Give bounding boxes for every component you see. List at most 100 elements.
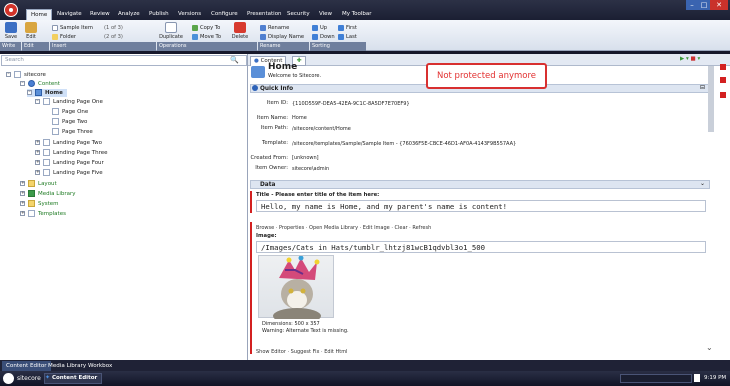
display-name-button[interactable]: Display Name <box>260 33 304 41</box>
expand-icon[interactable]: + <box>35 140 40 145</box>
tab-security[interactable]: Security <box>283 9 314 20</box>
tree-item-landing-four[interactable]: + Landing Page Four <box>35 159 104 167</box>
image-path-input[interactable]: /Images/Cats in Hats/tumblr_lhtzj81wcB1q… <box>256 241 706 253</box>
image-warning: Warning: Alternate Text is missing. <box>262 328 349 334</box>
last-button[interactable]: Last <box>338 33 357 41</box>
first-button[interactable]: First <box>338 24 357 32</box>
expand-icon[interactable]: + <box>20 211 25 216</box>
copy-to-button[interactable]: Copy To <box>192 24 220 32</box>
minimize-button[interactable]: – <box>686 0 698 10</box>
expand-icon[interactable]: + <box>20 201 25 206</box>
collapse-icon[interactable]: – <box>20 81 25 86</box>
taskbar-start-label[interactable]: sitecore <box>17 375 41 382</box>
tab-home[interactable]: Home <box>26 9 53 20</box>
close-button[interactable]: ✕ <box>710 0 728 10</box>
scrollbar-thumb[interactable] <box>708 66 714 132</box>
image-field-actions[interactable]: Browse · Properties · Open Media Library… <box>256 225 431 231</box>
move-to-button[interactable]: Move To <box>192 33 221 41</box>
tab-presentation[interactable]: Presentation <box>243 9 286 20</box>
expand-icon[interactable]: + <box>35 160 40 165</box>
tab-navigate[interactable]: Navigate <box>53 9 86 20</box>
tree-item-sitecore[interactable]: – sitecore <box>6 71 46 79</box>
sitecore-logo-icon[interactable] <box>4 3 18 17</box>
collapse-icon[interactable]: – <box>27 90 32 95</box>
group-edit: Edit <box>22 42 49 51</box>
expand-icon[interactable]: + <box>35 170 40 175</box>
edit-button[interactable]: Edit <box>22 22 40 40</box>
tree-label: Landing Page One <box>53 99 103 105</box>
duplicate-button[interactable]: Duplicate <box>158 22 184 40</box>
taskbar-tray <box>620 374 692 383</box>
expand-icon[interactable]: + <box>20 191 25 196</box>
created-from-value: [unknown] <box>292 155 319 161</box>
tab-publish[interactable]: Publish <box>145 9 173 20</box>
tree-label: Landing Page Four <box>53 160 104 166</box>
expand-icon[interactable]: + <box>35 150 40 155</box>
title-field-input[interactable]: Hello, my name is Home, and my parent's … <box>256 200 706 212</box>
tab-analyze[interactable]: Analyze <box>114 9 144 20</box>
search-icon[interactable]: 🔍 <box>230 56 239 64</box>
tree-item-home[interactable]: – Home <box>27 89 67 97</box>
validation-error-icon[interactable] <box>720 77 726 83</box>
tree-item-templates[interactable]: + Templates <box>20 210 66 218</box>
tree-item-content[interactable]: – Content <box>20 80 60 88</box>
page-icon <box>43 169 50 176</box>
item-id-value[interactable]: {110D559F-DEA5-42EA-9C1C-8A5DF7E70EF9} <box>292 101 410 107</box>
tree-item-landing-five[interactable]: + Landing Page Five <box>35 169 103 177</box>
media-library-icon <box>28 190 35 197</box>
tree-item-layout[interactable]: + Layout <box>20 180 57 188</box>
scroll-down-icon[interactable]: ⌄ <box>706 343 713 352</box>
tree-item-landing-one[interactable]: – Landing Page One <box>35 98 103 106</box>
annotation-callout: Not protected anymore <box>426 63 547 89</box>
tree-item-page-two[interactable]: Page Two <box>52 118 87 126</box>
layout-icon <box>28 180 35 187</box>
validation-error-icon[interactable] <box>720 92 726 98</box>
rename-button[interactable]: Rename <box>260 24 289 32</box>
insert-sample-item[interactable]: Sample Item <box>52 24 93 32</box>
template-label: Template: <box>262 140 288 146</box>
tray-doc-icon[interactable] <box>694 374 700 382</box>
tree-item-page-one[interactable]: Page One <box>52 108 88 116</box>
tree-label: Landing Page Three <box>53 150 108 156</box>
cat-image-svg <box>273 255 321 324</box>
collapse-section-icon[interactable]: ⊟ <box>700 84 705 91</box>
data-section-header[interactable]: Data <box>250 180 710 189</box>
expand-icon[interactable]: + <box>20 181 25 186</box>
language-version-selector[interactable]: ▶ ▾ ■ ▾ <box>680 56 720 65</box>
tree-item-landing-three[interactable]: + Landing Page Three <box>35 149 107 157</box>
page-icon <box>52 108 59 115</box>
tree-label: Home <box>45 90 63 96</box>
save-button[interactable]: Save <box>2 22 20 40</box>
sitecore-app-icon: ✦ <box>45 374 52 381</box>
tree-label: Page Two <box>62 119 88 125</box>
down-button[interactable]: Down <box>312 33 335 41</box>
taskbar-app-label: Content Editor <box>51 375 98 381</box>
tree-item-system[interactable]: + System <box>20 200 59 208</box>
tab-versions[interactable]: Versions <box>174 9 205 20</box>
tree-item-page-three[interactable]: Page Three <box>52 128 93 136</box>
text-field-actions[interactable]: Show Editor · Suggest Fix · Edit Html <box>256 349 347 355</box>
template-value[interactable]: /sitecore/templates/Sample/Sample Item -… <box>292 141 516 147</box>
collapse-icon[interactable]: – <box>6 72 11 77</box>
insert-folder[interactable]: Folder <box>52 33 76 41</box>
bottom-tab-workbox[interactable]: Workbox <box>84 361 116 371</box>
delete-button[interactable]: Delete <box>230 22 250 40</box>
search-input[interactable]: Search <box>1 55 247 66</box>
up-button[interactable]: Up <box>312 24 327 32</box>
taskbar-content-editor[interactable]: ✦ Content Editor <box>44 373 102 384</box>
collapse-icon[interactable]: – <box>35 99 40 104</box>
page-icon <box>52 118 59 125</box>
cat-in-hat-image[interactable] <box>258 255 334 324</box>
tab-review[interactable]: Review <box>86 9 114 20</box>
validation-error-icon[interactable] <box>720 64 726 70</box>
save-icon <box>5 22 17 33</box>
collapse-section-icon[interactable]: ⌄ <box>700 180 705 187</box>
tab-my-toolbar[interactable]: My Toolbar <box>338 9 376 20</box>
tree-item-landing-two[interactable]: + Landing Page Two <box>35 139 102 147</box>
tree-item-media-library[interactable]: + Media Library <box>20 190 76 198</box>
start-button-icon[interactable] <box>3 373 14 384</box>
tab-configure[interactable]: Configure <box>207 9 242 20</box>
maximize-button[interactable]: □ <box>698 0 710 10</box>
copy-icon <box>192 24 198 31</box>
tab-view[interactable]: View <box>315 9 336 20</box>
